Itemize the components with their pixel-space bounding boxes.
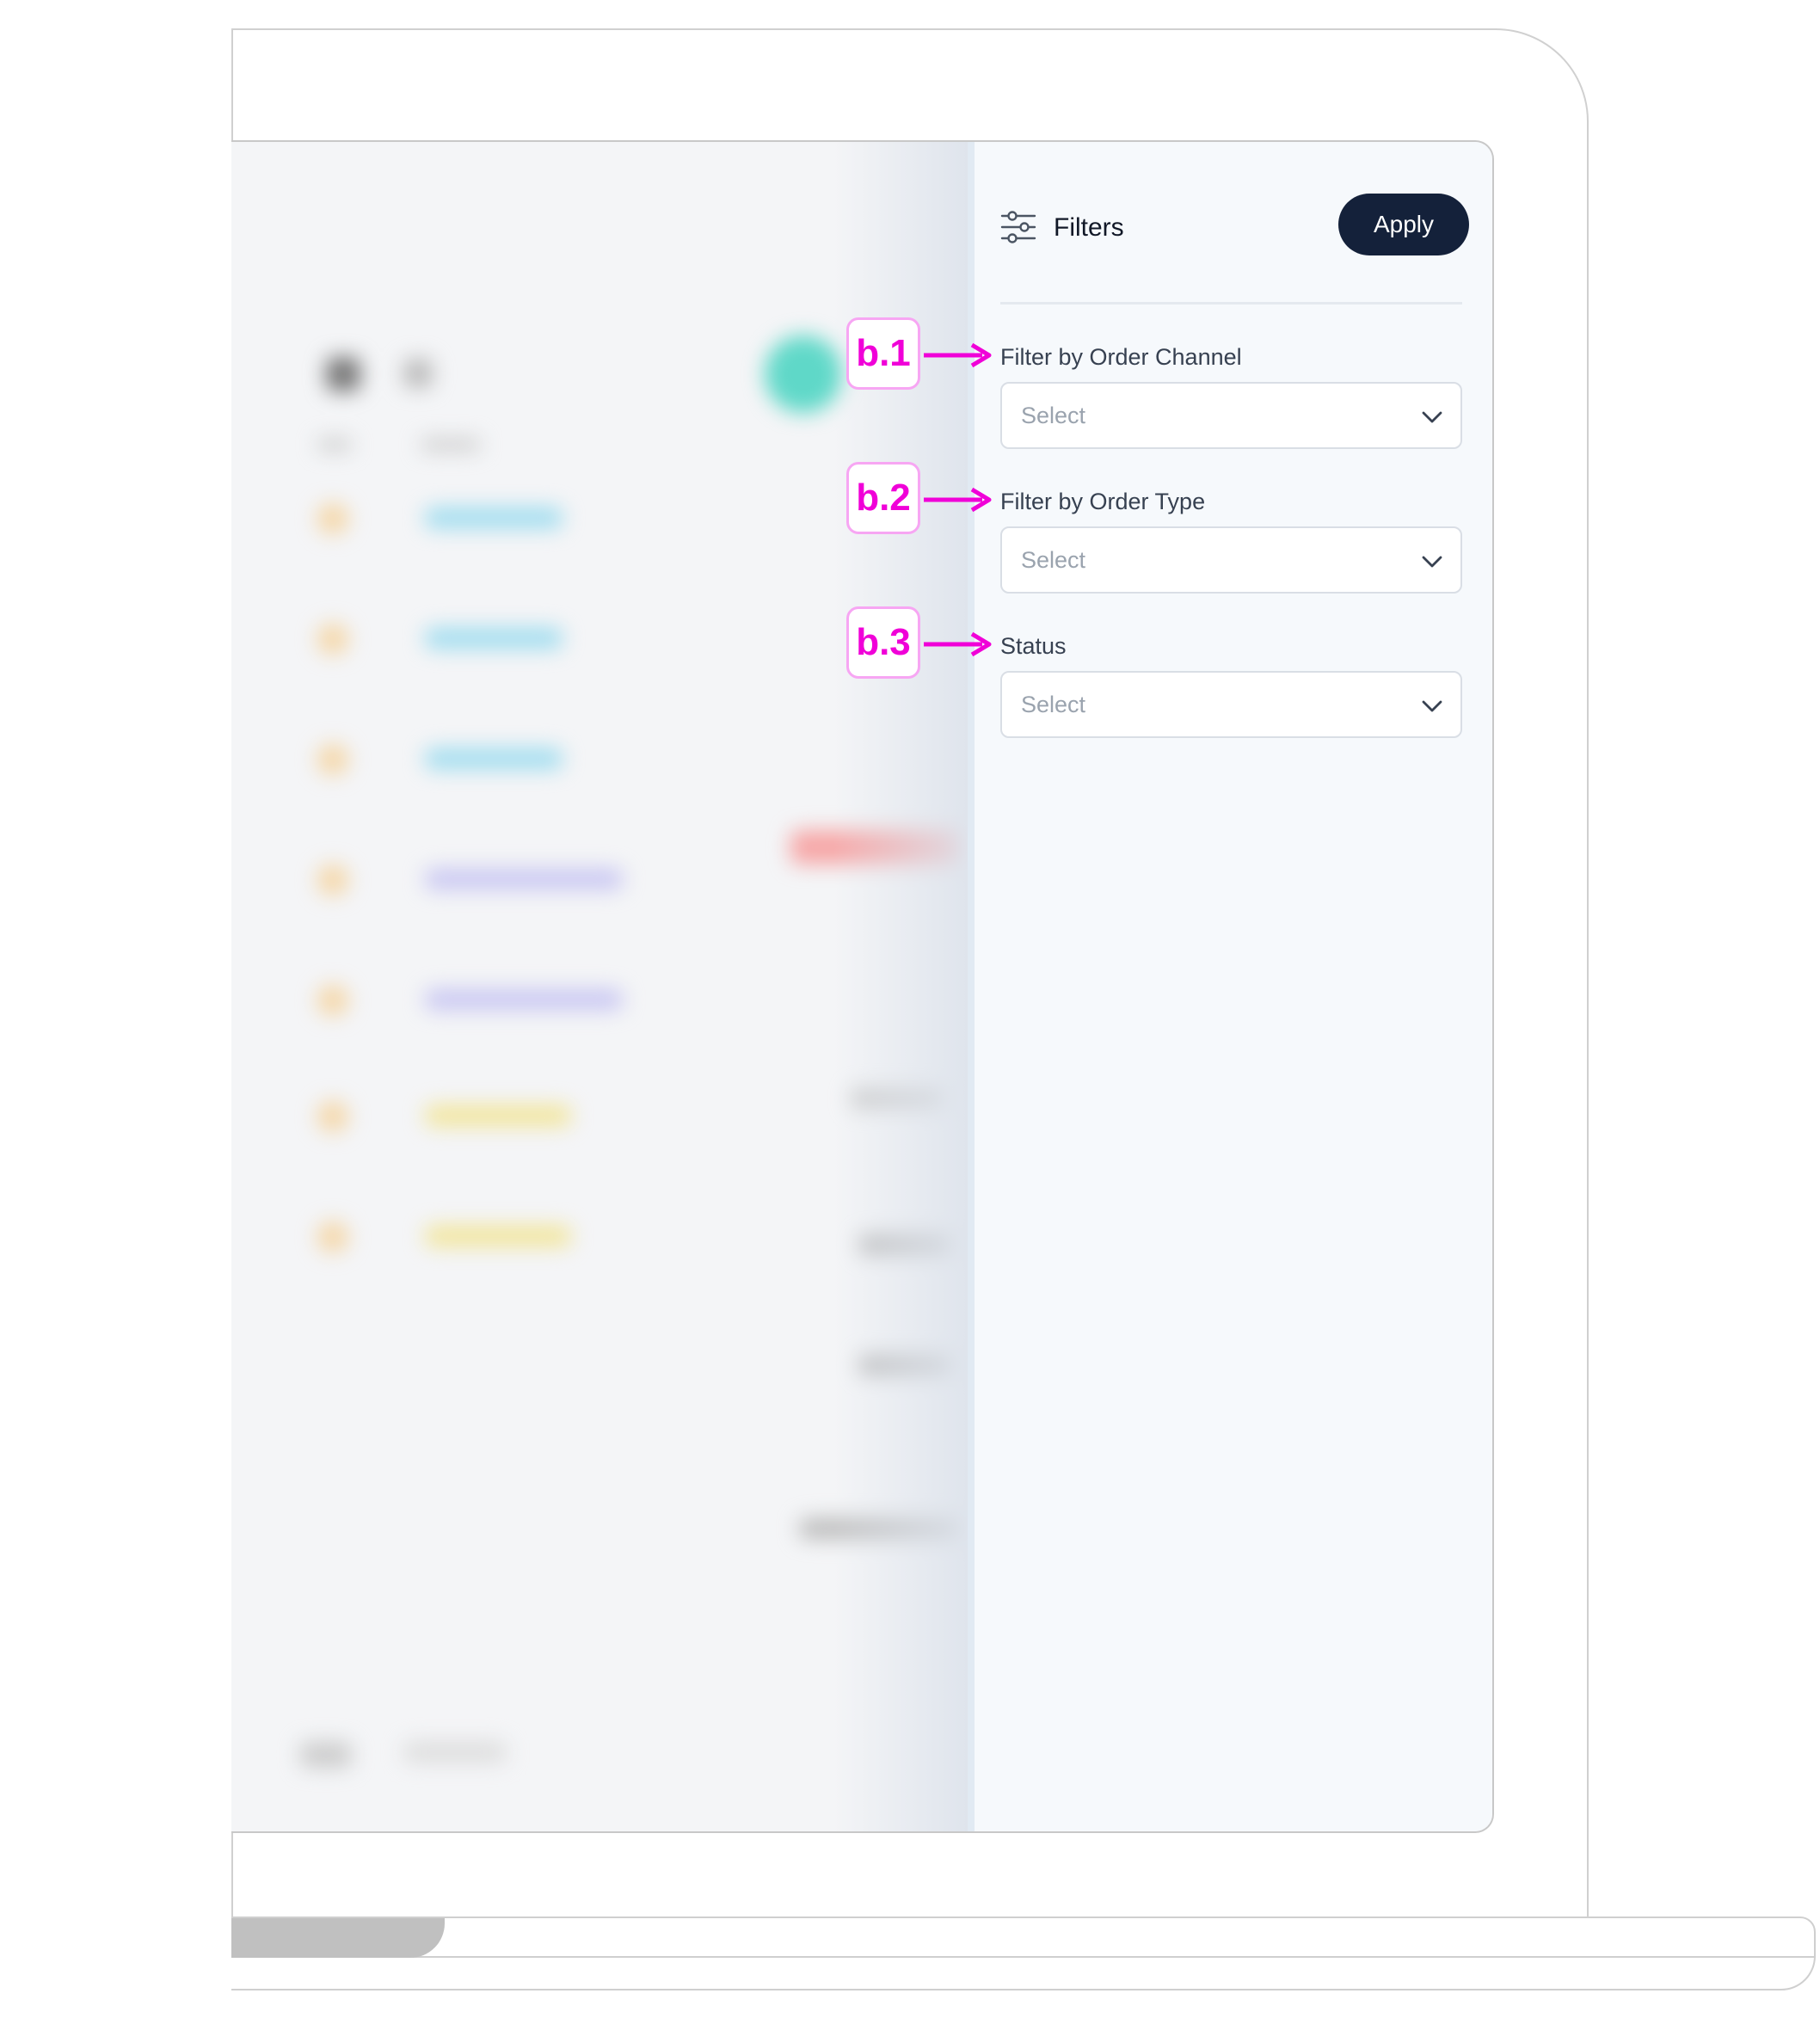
sliders-icon [1000, 211, 1036, 243]
laptop-base-edge [231, 1956, 1816, 1990]
app-screen: Filters Apply Filter by Order Channel Se… [231, 140, 1494, 1833]
laptop-notch [231, 1918, 445, 1958]
annotation-badge-b2: b.2 [846, 462, 920, 534]
status-label: Status [1000, 633, 1067, 659]
status-select[interactable]: Select [1000, 671, 1462, 738]
drawer-header: Filters Apply [1000, 194, 1469, 261]
header-divider [1000, 302, 1462, 305]
annotation-badge-b1: b.1 [846, 317, 920, 390]
arrow-right-icon [924, 487, 992, 513]
order-channel-select[interactable]: Select [1000, 382, 1462, 449]
select-placeholder: Select [1021, 403, 1086, 428]
laptop-base [231, 1916, 1816, 1958]
apply-button[interactable]: Apply [1338, 194, 1469, 255]
order-channel-label: Filter by Order Channel [1000, 344, 1242, 370]
chevron-down-icon [1422, 556, 1442, 568]
chevron-down-icon [1422, 700, 1442, 712]
chevron-down-icon [1422, 411, 1442, 423]
order-type-label: Filter by Order Type [1000, 489, 1206, 514]
arrow-right-icon [924, 631, 992, 657]
annotation-badge-b3: b.3 [846, 606, 920, 679]
order-type-select[interactable]: Select [1000, 526, 1462, 594]
filters-drawer: Filters Apply Filter by Order Channel Se… [968, 142, 1492, 1831]
select-placeholder: Select [1021, 692, 1086, 717]
arrow-right-icon [924, 342, 992, 368]
select-placeholder: Select [1021, 547, 1086, 573]
drawer-title: Filters [1054, 213, 1124, 242]
drawer-shadow [833, 142, 971, 1831]
